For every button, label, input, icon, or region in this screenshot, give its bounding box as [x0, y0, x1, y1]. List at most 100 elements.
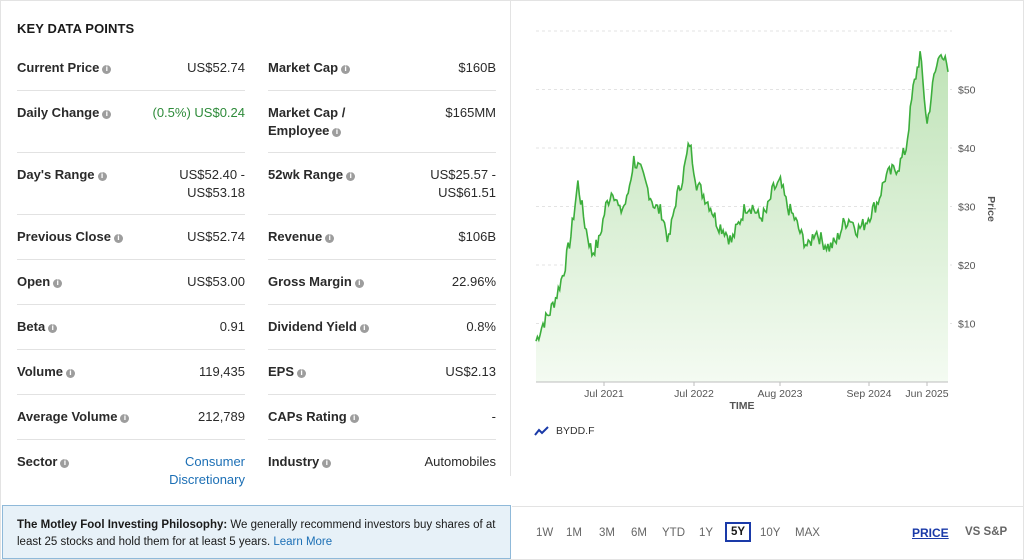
data-value: -: [491, 409, 496, 424]
data-label: 52wk Range i: [268, 166, 393, 184]
data-value: $106B: [458, 229, 496, 244]
key-data-left-column: Current Price i US$52.74 Daily Change i (0.5%…: [17, 46, 245, 502]
data-row-market-cap-employee: Market Cap / Employee i $165MM: [268, 91, 496, 153]
info-icon[interactable]: i: [53, 279, 63, 288]
data-label: CAPs Rating i: [268, 408, 393, 426]
info-icon[interactable]: i: [113, 234, 123, 243]
data-label: Current Price i: [17, 59, 142, 77]
info-icon[interactable]: i: [297, 369, 307, 378]
x-tick-label: Jun 2025: [905, 388, 948, 400]
data-label: Market Cap i: [268, 59, 393, 77]
data-label: Market Cap / Employee i: [268, 104, 393, 140]
data-value: US$52.74: [187, 60, 245, 75]
label-text: Revenue: [268, 229, 323, 244]
data-row-caps-rating: CAPs Rating i -: [268, 395, 496, 440]
info-icon[interactable]: i: [102, 110, 112, 119]
data-label: EPS i: [268, 363, 393, 381]
data-label: Beta i: [17, 318, 142, 336]
data-row-beta: Beta i 0.91: [17, 305, 245, 350]
label-text: Open: [17, 274, 51, 289]
data-value: 212,789: [198, 409, 245, 424]
data-row-day-s-range: Day's Range i US$52.40 - US$53.18: [17, 153, 245, 215]
data-value: 22.96%: [451, 274, 496, 289]
label-text: Current Price: [17, 60, 100, 75]
info-icon[interactable]: i: [102, 65, 112, 74]
data-label: Revenue i: [268, 228, 393, 246]
y-tick-label: $10: [958, 319, 976, 331]
data-value: US$2.13: [445, 364, 496, 379]
range-button-5y[interactable]: 5Y: [725, 522, 752, 542]
tab-vs-sp[interactable]: VS S&P: [965, 526, 1007, 538]
range-button-6m[interactable]: 6M: [631, 525, 647, 541]
range-button-max[interactable]: MAX: [795, 525, 820, 541]
data-row-volume: Volume i 119,435: [17, 350, 245, 395]
learn-more-link[interactable]: Learn More: [273, 536, 332, 548]
info-icon[interactable]: i: [349, 414, 359, 423]
data-value[interactable]: Consumer Discretionary: [135, 453, 245, 489]
data-row-sector: Sector i Consumer Discretionary: [17, 440, 245, 502]
data-value: US$52.40 - US$53.18: [179, 167, 245, 200]
data-label: Dividend Yield i: [268, 318, 393, 336]
range-button-3m[interactable]: 3M: [599, 525, 615, 541]
line-chart-icon: [534, 426, 549, 436]
info-icon[interactable]: i: [97, 172, 107, 181]
chart-legend[interactable]: BYDD.F: [534, 425, 595, 437]
label-text: Previous Close: [17, 229, 111, 244]
data-label: Open i: [17, 273, 142, 291]
x-tick-label: Sep 2024: [847, 388, 892, 400]
philosophy-heading: The Motley Fool Investing Philosophy:: [17, 519, 228, 531]
info-icon[interactable]: i: [359, 324, 369, 333]
range-button-10y[interactable]: 10Y: [760, 525, 780, 541]
data-value: $165MM: [445, 105, 496, 120]
info-icon[interactable]: i: [322, 459, 332, 468]
data-value: US$25.57 - US$61.51: [430, 167, 496, 200]
info-icon[interactable]: i: [120, 414, 130, 423]
data-value: US$52.74: [187, 229, 245, 244]
info-icon[interactable]: i: [66, 369, 75, 378]
range-button-ytd[interactable]: YTD: [662, 525, 685, 541]
range-selector: 1W 1M 3M 6M YTD 1Y 5Y 10Y MAX PRICE VS S&P: [512, 506, 1023, 559]
legend-label: BYDD.F: [556, 425, 595, 437]
label-text: 52wk Range: [268, 167, 344, 182]
data-value: US$53.00: [187, 274, 245, 289]
data-row-eps: EPS i US$2.13: [268, 350, 496, 395]
range-button-1y[interactable]: 1Y: [699, 525, 713, 541]
info-icon[interactable]: i: [354, 279, 364, 288]
label-text: Day's Range: [17, 167, 95, 182]
range-button-1w[interactable]: 1W: [536, 525, 553, 541]
x-tick-label: Aug 2023: [758, 388, 803, 400]
data-value: 0.8%: [466, 319, 496, 334]
data-row-revenue: Revenue i $106B: [268, 215, 496, 260]
info-icon[interactable]: i: [332, 128, 342, 137]
label-text: CAPs Rating: [268, 409, 347, 424]
info-icon[interactable]: i: [346, 172, 356, 181]
label-text: Dividend Yield: [268, 319, 357, 334]
label-text: Beta: [17, 319, 46, 334]
label-text: Industry: [268, 454, 320, 469]
x-tick-label: Jul 2022: [674, 388, 714, 400]
y-axis-title: Price: [985, 196, 997, 222]
data-row-52wk-range: 52wk Range i US$25.57 - US$61.51: [268, 153, 496, 215]
data-row-market-cap: Market Cap i $160B: [268, 46, 496, 91]
info-icon[interactable]: i: [48, 324, 58, 333]
y-tick-label: $40: [958, 143, 976, 155]
label-text: Average Volume: [17, 409, 118, 424]
data-label: Average Volume i: [17, 408, 142, 426]
key-data-right-column: Market Cap i $160B Market Cap / Employee i $1…: [268, 46, 496, 502]
label-text: EPS: [268, 364, 295, 379]
philosophy-banner: The Motley Fool Investing Philosophy: We…: [2, 505, 511, 559]
y-tick-label: $20: [958, 260, 976, 272]
info-icon[interactable]: i: [60, 459, 70, 468]
tab-price[interactable]: PRICE: [912, 526, 949, 540]
price-chart: $10 $20 $30 $40 $50 Jul 2021 Jul 2022 Aug 2023 S…: [535, 30, 997, 412]
key-data-title: KEY DATA POINTS: [17, 21, 135, 36]
label-text: Daily Change: [17, 105, 100, 120]
y-tick-label: $50: [958, 85, 976, 97]
x-tick-label: Jul 2021: [584, 388, 624, 400]
range-button-1m[interactable]: 1M: [566, 525, 582, 541]
info-icon[interactable]: i: [341, 65, 351, 74]
info-icon[interactable]: i: [325, 234, 335, 243]
data-value: (0.5%) US$0.24: [152, 105, 246, 120]
label-text: Market Cap: [268, 60, 339, 75]
data-label: Previous Close i: [17, 228, 142, 246]
